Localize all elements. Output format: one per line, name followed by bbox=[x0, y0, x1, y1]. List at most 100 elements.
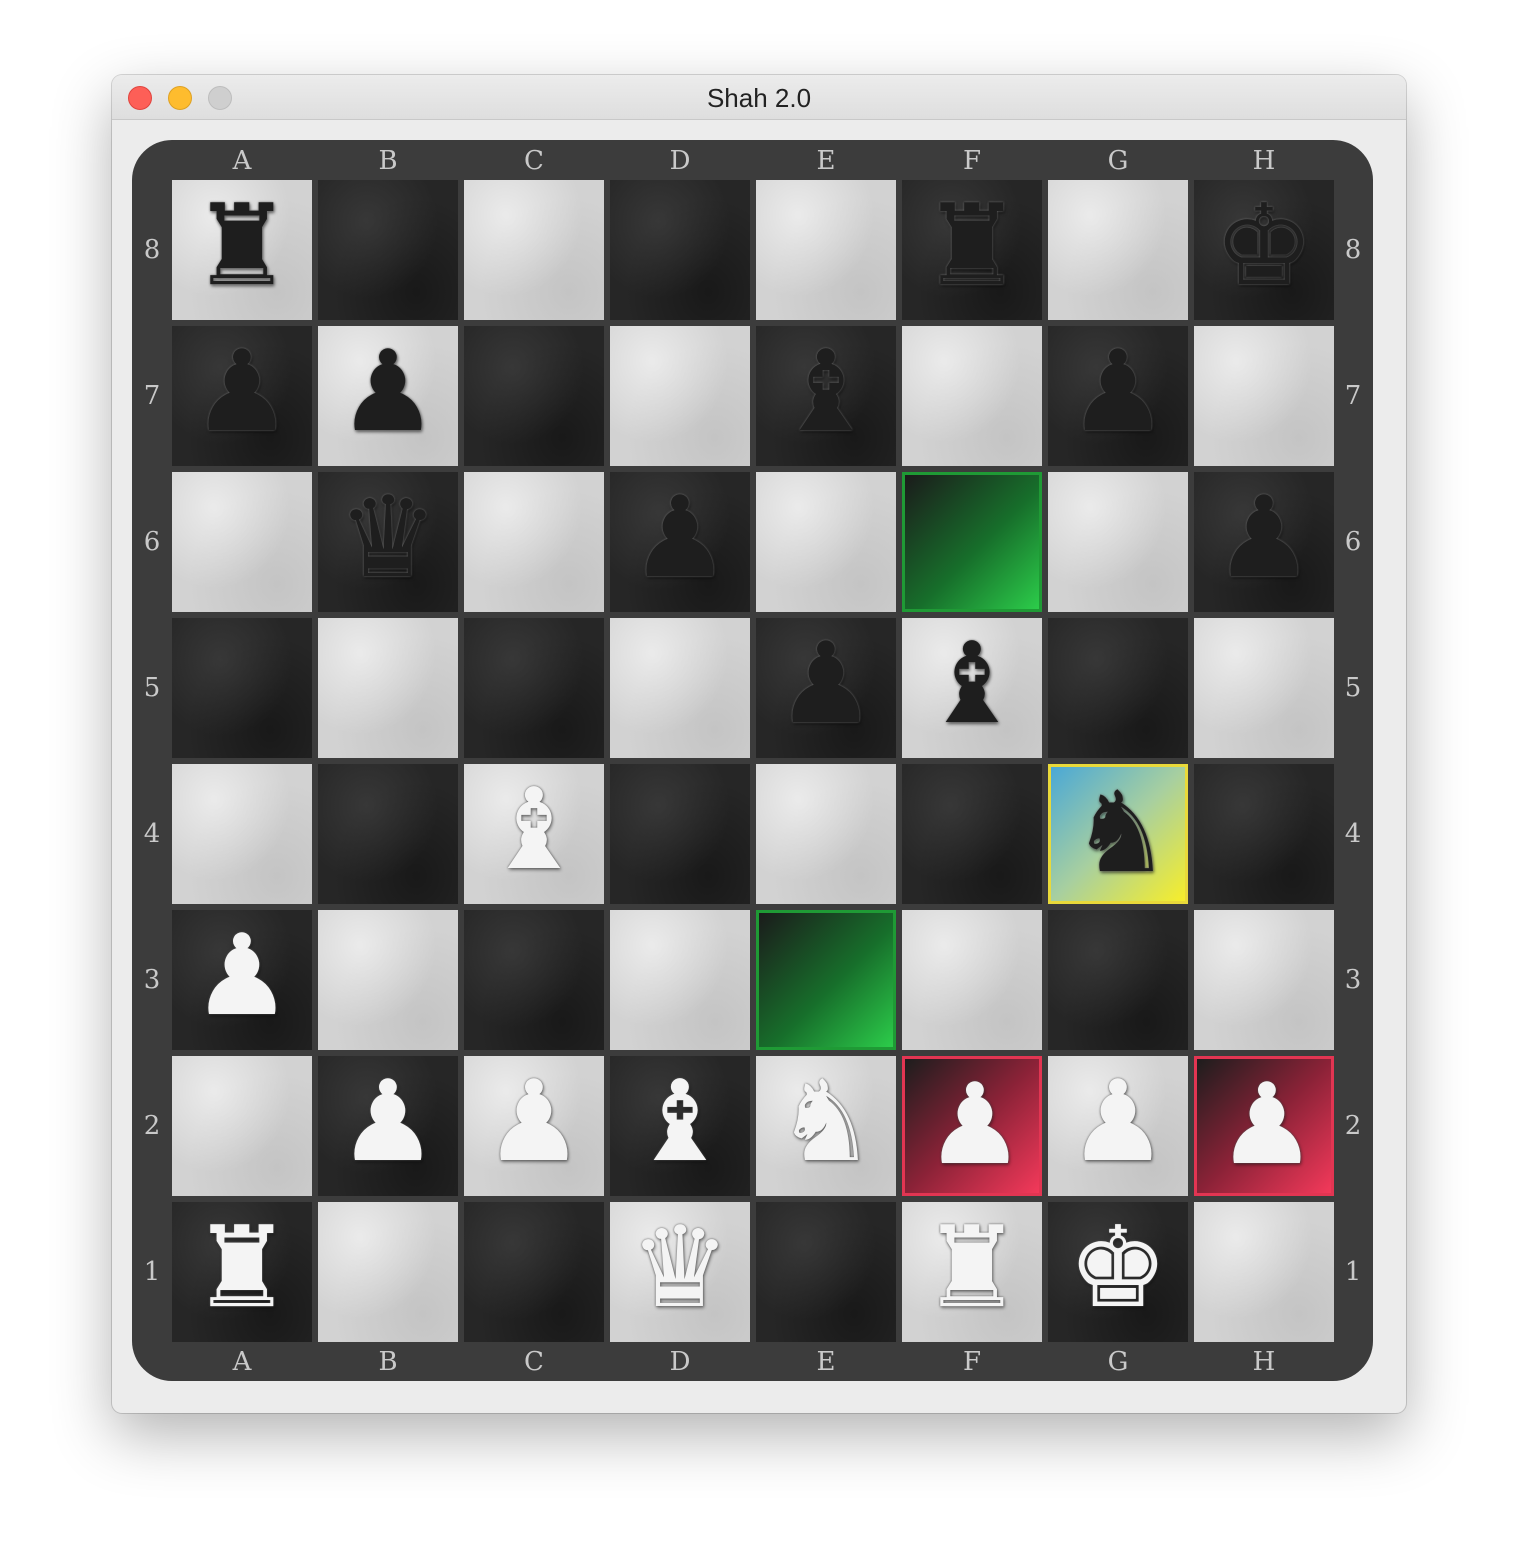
square-f4[interactable] bbox=[902, 764, 1042, 904]
white-queen-icon[interactable]: ♛ bbox=[610, 1202, 750, 1342]
square-a6[interactable] bbox=[172, 472, 312, 612]
square-e3[interactable] bbox=[756, 910, 896, 1050]
square-g4[interactable]: ♞ bbox=[1048, 764, 1188, 904]
black-bishop-icon[interactable]: ♝ bbox=[902, 618, 1042, 758]
black-king-icon[interactable]: ♚ bbox=[1194, 180, 1334, 320]
square-f6[interactable] bbox=[902, 472, 1042, 612]
white-knight-icon[interactable]: ♞ bbox=[756, 1056, 896, 1196]
square-g6[interactable] bbox=[1048, 472, 1188, 612]
square-h7[interactable] bbox=[1194, 326, 1334, 466]
rank-label-left: 3 bbox=[143, 965, 161, 995]
square-e7[interactable]: ♝ bbox=[756, 326, 896, 466]
square-d1[interactable]: ♛ bbox=[610, 1202, 750, 1342]
square-a3[interactable]: ♟ bbox=[172, 910, 312, 1050]
square-h1[interactable] bbox=[1194, 1202, 1334, 1342]
square-c7[interactable] bbox=[464, 326, 604, 466]
square-b6[interactable]: ♛ bbox=[318, 472, 458, 612]
square-d3[interactable] bbox=[610, 910, 750, 1050]
chess-board-frame: A A B B C C D D E E F F G G H H 8 8 7 7 6 6 5 5 4 4 3 3 2 2 1 1 ♜ ♜ ♚ ♟ ♟ ♝ ♟ ♛… bbox=[132, 140, 1373, 1381]
white-pawn-icon[interactable]: ♟ bbox=[318, 1056, 458, 1196]
square-f2[interactable]: ♟ bbox=[902, 1056, 1042, 1196]
white-pawn-icon[interactable]: ♟ bbox=[464, 1056, 604, 1196]
black-queen-icon[interactable]: ♛ bbox=[318, 472, 458, 612]
black-pawn-icon[interactable]: ♟ bbox=[172, 326, 312, 466]
file-label-top: D bbox=[669, 146, 691, 176]
black-pawn-icon[interactable]: ♟ bbox=[1048, 326, 1188, 466]
square-d5[interactable] bbox=[610, 618, 750, 758]
square-c4[interactable]: ♝ bbox=[464, 764, 604, 904]
square-g5[interactable] bbox=[1048, 618, 1188, 758]
square-d8[interactable] bbox=[610, 180, 750, 320]
rank-label-left: 4 bbox=[143, 819, 161, 849]
square-a4[interactable] bbox=[172, 764, 312, 904]
square-f3[interactable] bbox=[902, 910, 1042, 1050]
square-h5[interactable] bbox=[1194, 618, 1334, 758]
square-g7[interactable]: ♟ bbox=[1048, 326, 1188, 466]
black-bishop-icon[interactable]: ♝ bbox=[756, 326, 896, 466]
black-knight-icon[interactable]: ♞ bbox=[1051, 767, 1191, 907]
white-rook-icon[interactable]: ♜ bbox=[902, 1202, 1042, 1342]
black-pawn-icon[interactable]: ♟ bbox=[756, 618, 896, 758]
white-bishop-icon[interactable]: ♝ bbox=[610, 1056, 750, 1196]
square-a7[interactable]: ♟ bbox=[172, 326, 312, 466]
square-b7[interactable]: ♟ bbox=[318, 326, 458, 466]
square-e2[interactable]: ♞ bbox=[756, 1056, 896, 1196]
square-c1[interactable] bbox=[464, 1202, 604, 1342]
square-g1[interactable]: ♚ bbox=[1048, 1202, 1188, 1342]
square-g2[interactable]: ♟ bbox=[1048, 1056, 1188, 1196]
square-e6[interactable] bbox=[756, 472, 896, 612]
square-d2[interactable]: ♝ bbox=[610, 1056, 750, 1196]
black-pawn-icon[interactable]: ♟ bbox=[1194, 472, 1334, 612]
square-h4[interactable] bbox=[1194, 764, 1334, 904]
white-rook-icon[interactable]: ♜ bbox=[172, 1202, 312, 1342]
black-pawn-icon[interactable]: ♟ bbox=[610, 472, 750, 612]
square-d7[interactable] bbox=[610, 326, 750, 466]
file-label-bottom: E bbox=[816, 1347, 836, 1377]
square-b4[interactable] bbox=[318, 764, 458, 904]
square-b3[interactable] bbox=[318, 910, 458, 1050]
square-d4[interactable] bbox=[610, 764, 750, 904]
square-e4[interactable] bbox=[756, 764, 896, 904]
square-b1[interactable] bbox=[318, 1202, 458, 1342]
square-a2[interactable] bbox=[172, 1056, 312, 1196]
square-c2[interactable]: ♟ bbox=[464, 1056, 604, 1196]
square-g3[interactable] bbox=[1048, 910, 1188, 1050]
black-rook-icon[interactable]: ♜ bbox=[902, 180, 1042, 320]
title-bar[interactable]: Shah 2.0 bbox=[112, 75, 1406, 120]
white-pawn-icon[interactable]: ♟ bbox=[905, 1059, 1045, 1199]
app-window: Shah 2.0 A A B B C C D D E E F F G G H H 8 8 7 7 6 6 5 5 4 4 3 3 2 2 1… bbox=[112, 75, 1406, 1413]
square-f8[interactable]: ♜ bbox=[902, 180, 1042, 320]
black-pawn-icon[interactable]: ♟ bbox=[318, 326, 458, 466]
square-h3[interactable] bbox=[1194, 910, 1334, 1050]
square-a5[interactable] bbox=[172, 618, 312, 758]
square-e5[interactable]: ♟ bbox=[756, 618, 896, 758]
square-c3[interactable] bbox=[464, 910, 604, 1050]
black-rook-icon[interactable]: ♜ bbox=[172, 180, 312, 320]
square-c5[interactable] bbox=[464, 618, 604, 758]
square-g8[interactable] bbox=[1048, 180, 1188, 320]
square-b5[interactable] bbox=[318, 618, 458, 758]
square-a8[interactable]: ♜ bbox=[172, 180, 312, 320]
square-e1[interactable] bbox=[756, 1202, 896, 1342]
square-e8[interactable] bbox=[756, 180, 896, 320]
white-pawn-icon[interactable]: ♟ bbox=[1197, 1059, 1337, 1199]
square-f1[interactable]: ♜ bbox=[902, 1202, 1042, 1342]
white-bishop-icon[interactable]: ♝ bbox=[464, 764, 604, 904]
square-b8[interactable] bbox=[318, 180, 458, 320]
square-a1[interactable]: ♜ bbox=[172, 1202, 312, 1342]
white-pawn-icon[interactable]: ♟ bbox=[172, 910, 312, 1050]
white-king-icon[interactable]: ♚ bbox=[1048, 1202, 1188, 1342]
square-c6[interactable] bbox=[464, 472, 604, 612]
white-pawn-icon[interactable]: ♟ bbox=[1048, 1056, 1188, 1196]
square-h6[interactable]: ♟ bbox=[1194, 472, 1334, 612]
square-h2[interactable]: ♟ bbox=[1194, 1056, 1334, 1196]
rank-label-left: 1 bbox=[143, 1257, 161, 1287]
square-f5[interactable]: ♝ bbox=[902, 618, 1042, 758]
square-h8[interactable]: ♚ bbox=[1194, 180, 1334, 320]
square-d6[interactable]: ♟ bbox=[610, 472, 750, 612]
rank-label-right: 3 bbox=[1344, 965, 1362, 995]
square-c8[interactable] bbox=[464, 180, 604, 320]
square-b2[interactable]: ♟ bbox=[318, 1056, 458, 1196]
square-f7[interactable] bbox=[902, 326, 1042, 466]
rank-label-right: 1 bbox=[1344, 1257, 1362, 1287]
